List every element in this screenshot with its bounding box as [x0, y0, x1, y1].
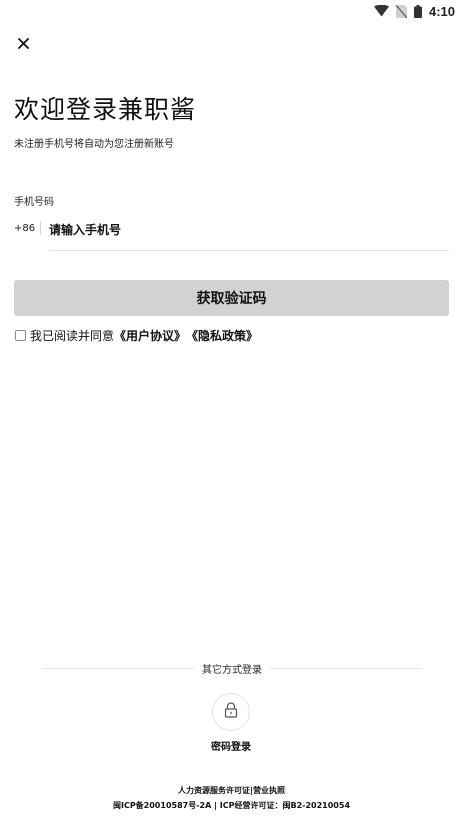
- phone-input[interactable]: [49, 218, 449, 242]
- user-agreement-link[interactable]: 《用户协议》: [114, 327, 186, 344]
- agreement-text: 我已阅读并同意: [30, 329, 115, 343]
- password-login-label[interactable]: 密码登录: [190, 738, 272, 753]
- country-code-selector[interactable]: +86: [14, 223, 35, 234]
- lock-icon: [224, 702, 238, 722]
- password-login-button[interactable]: [212, 693, 250, 731]
- phone-input-underline: [49, 250, 449, 251]
- page-subtitle: 未注册手机号将自动为您注册新账号: [14, 139, 174, 150]
- status-time: 4:10: [428, 3, 455, 19]
- footer-license-links[interactable]: 人力资源服务许可证|营业执照: [0, 785, 463, 796]
- country-code-divider: [40, 221, 41, 235]
- phone-label: 手机号码: [14, 197, 54, 208]
- page-title: 欢迎登录兼职酱: [14, 95, 197, 124]
- status-bar: 4:10: [0, 0, 463, 22]
- close-icon: [17, 34, 29, 53]
- divider-line-right: [270, 667, 421, 669]
- footer-icp-info: 闽ICP备20010587号-2A | ICP经营许可证：闽B2-2021005…: [112, 801, 351, 810]
- other-login-label: 其它方式登录: [202, 664, 262, 676]
- wifi-icon: [373, 5, 389, 17]
- no-sim-icon: [395, 4, 407, 18]
- close-button[interactable]: [12, 32, 34, 54]
- privacy-policy-link[interactable]: 《隐私政策》: [186, 327, 258, 344]
- get-code-button[interactable]: 获取验证码: [14, 280, 449, 316]
- agreement-checkbox[interactable]: [15, 330, 26, 341]
- battery-icon: [413, 4, 422, 18]
- agreement-row: 我已阅读并同意 《用户协议》 《隐私政策》: [15, 327, 258, 344]
- divider-line-left: [43, 667, 194, 669]
- other-login-divider: 其它方式登录: [43, 660, 421, 676]
